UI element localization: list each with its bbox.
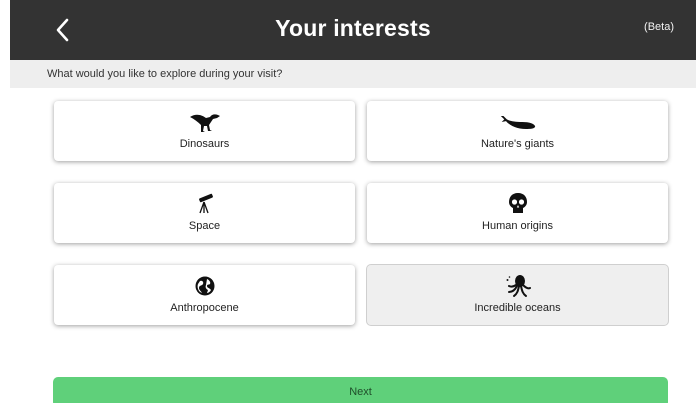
globe-icon xyxy=(187,273,223,299)
next-button[interactable]: Next xyxy=(53,377,668,403)
interest-label: Nature's giants xyxy=(480,138,555,150)
interests-screen: Your interests (Beta) What would you lik… xyxy=(0,0,696,403)
next-button-label: Next xyxy=(349,386,372,398)
interest-card-natures-giants[interactable]: Nature's giants xyxy=(367,101,668,161)
page-title: Your interests xyxy=(275,15,431,41)
whale-icon xyxy=(500,109,536,135)
interest-card-human-origins[interactable]: Human origins xyxy=(367,183,668,243)
interest-card-space[interactable]: Space xyxy=(54,183,355,243)
interest-label: Dinosaurs xyxy=(179,138,230,150)
skull-icon xyxy=(500,191,536,217)
interest-label: Anthropocene xyxy=(170,302,239,314)
octopus-icon xyxy=(500,273,536,299)
interest-card-anthropocene[interactable]: Anthropocene xyxy=(54,265,355,325)
prompt-bar: What would you like to explore during yo… xyxy=(10,60,696,88)
interest-label: Human origins xyxy=(482,220,553,232)
top-bar: Your interests (Beta) xyxy=(10,0,696,60)
interest-card-dinosaurs[interactable]: Dinosaurs xyxy=(54,101,355,161)
interest-card-incredible-oceans[interactable]: Incredible oceans xyxy=(367,265,668,325)
telescope-icon xyxy=(187,191,223,217)
interest-label: Space xyxy=(188,220,221,232)
beta-badge: (Beta) xyxy=(644,21,674,33)
interest-label: Incredible oceans xyxy=(474,302,561,314)
prompt-text: What would you like to explore during yo… xyxy=(47,68,283,80)
dinosaur-icon xyxy=(187,109,223,135)
